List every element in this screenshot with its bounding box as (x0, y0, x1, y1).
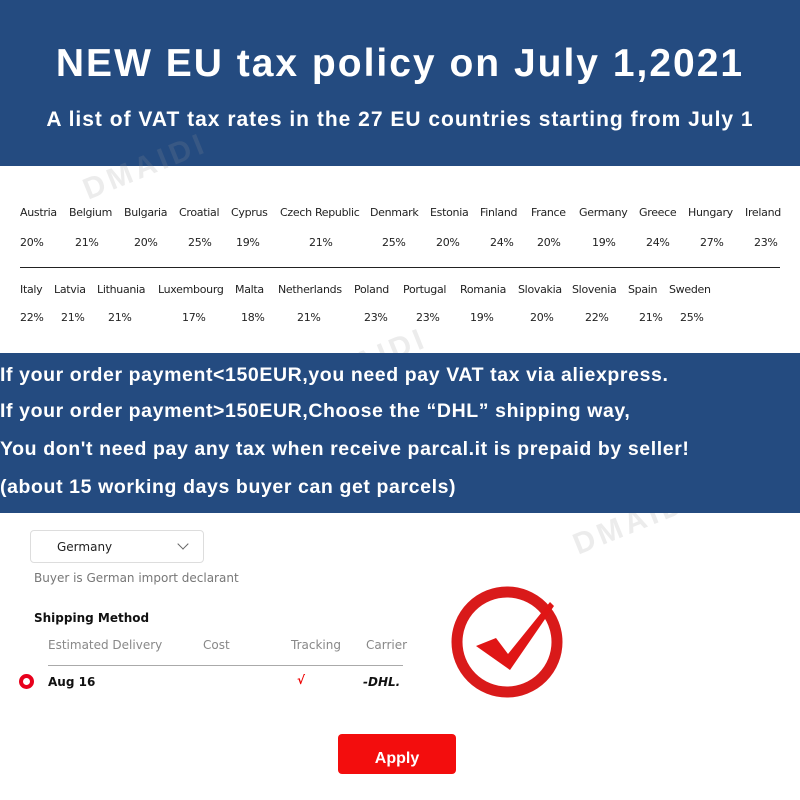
country-name: Slovenia (572, 283, 617, 296)
country-name: Finland (480, 206, 518, 219)
vat-rate: 20% (436, 236, 460, 249)
notice-line: You don't need pay any tax when receive … (0, 438, 690, 460)
country-name: Bulgaria (124, 206, 168, 219)
carrier-name: -DHL. (363, 675, 401, 689)
country-name: Poland (354, 283, 389, 296)
divider (20, 267, 780, 268)
vat-rate: 21% (639, 311, 663, 324)
vat-rate: 20% (20, 236, 44, 249)
col-tracking: Tracking (291, 638, 341, 652)
header-banner: NEW EU tax policy on July 1,2021 A list … (0, 0, 800, 166)
country-name: Italy (20, 283, 43, 296)
vat-rate: 25% (188, 236, 212, 249)
notice-line: (about 15 working days buyer can get par… (0, 476, 457, 498)
delivery-date: Aug 16 (48, 675, 96, 689)
vat-rate: 25% (680, 311, 704, 324)
country-name: Portugal (403, 283, 447, 296)
country-name: Czech Republic (280, 206, 360, 219)
country-name: Austria (20, 206, 57, 219)
country-name: Spain (628, 283, 658, 296)
divider (48, 665, 403, 666)
declarant-note: Buyer is German import declarant (34, 571, 239, 585)
vat-rate: 24% (646, 236, 670, 249)
page-subtitle: A list of VAT tax rates in the 27 EU cou… (46, 108, 754, 131)
country-value: Germany (57, 540, 113, 554)
vat-rate: 20% (530, 311, 554, 324)
vat-rate: 19% (592, 236, 616, 249)
country-name: Netherlands (278, 283, 342, 296)
vat-rate: 19% (236, 236, 260, 249)
apply-button[interactable]: Apply (338, 734, 456, 774)
shipping-option-radio[interactable] (19, 674, 34, 689)
vat-rate: 22% (20, 311, 44, 324)
notice-line: If your order payment<150EUR,you need pa… (0, 364, 669, 386)
vat-rate: 21% (61, 311, 85, 324)
country-name: Sweden (669, 283, 711, 296)
vat-rate: 23% (364, 311, 388, 324)
vat-rate: 19% (470, 311, 494, 324)
vat-rate: 25% (382, 236, 406, 249)
country-name: Malta (235, 283, 264, 296)
vat-rate: 23% (754, 236, 778, 249)
country-name: Latvia (54, 283, 86, 296)
country-name: Croatial (179, 206, 220, 219)
vat-rate: 21% (309, 236, 333, 249)
notice-banner: If your order payment<150EUR,you need pa… (0, 353, 800, 513)
chevron-down-icon (177, 538, 189, 550)
vat-rate: 21% (108, 311, 132, 324)
country-name: France (531, 206, 566, 219)
country-name: Denmark (370, 206, 419, 219)
vat-rate: 22% (585, 311, 609, 324)
vat-rate: 21% (297, 311, 321, 324)
vat-rate: 20% (537, 236, 561, 249)
country-name: Hungary (688, 206, 733, 219)
country-name: Estonia (430, 206, 469, 219)
country-name: Cyprus (231, 206, 268, 219)
vat-rate: 23% (416, 311, 440, 324)
country-name: Slovakia (518, 283, 562, 296)
vat-rate: 27% (700, 236, 724, 249)
page-title: NEW EU tax policy on July 1,2021 (55, 42, 745, 85)
country-name: Germany (579, 206, 628, 219)
vat-rate: 21% (75, 236, 99, 249)
checkmark-badge-icon (451, 586, 563, 698)
country-name: Ireland (745, 206, 781, 219)
country-select[interactable]: Germany (30, 530, 204, 563)
country-name: Lithuania (97, 283, 146, 296)
col-cost: Cost (203, 638, 230, 652)
country-name: Belgium (69, 206, 112, 219)
notice-line: If your order payment>150EUR,Choose the … (0, 400, 631, 422)
vat-rate: 24% (490, 236, 514, 249)
col-estimated-delivery: Estimated Delivery (48, 638, 163, 652)
shipping-method-title: Shipping Method (34, 611, 150, 625)
country-name: Greece (639, 206, 677, 219)
tracking-check: √ (297, 673, 306, 687)
country-name: Romania (460, 283, 507, 296)
vat-rate: 20% (134, 236, 158, 249)
vat-rate: 18% (241, 311, 265, 324)
vat-rate: 17% (182, 311, 206, 324)
country-name: Luxembourg (158, 283, 224, 296)
col-carrier: Carrier (366, 638, 408, 652)
